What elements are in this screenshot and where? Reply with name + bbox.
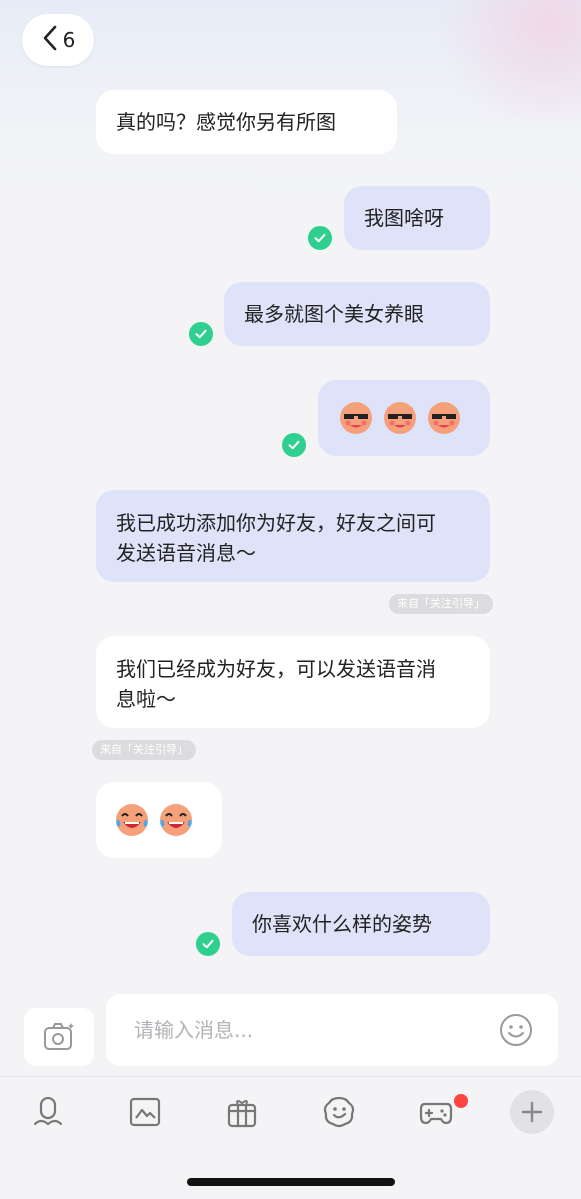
- background-tint: [421, 0, 581, 120]
- message-input-box[interactable]: [106, 994, 558, 1066]
- message-input[interactable]: [134, 1014, 474, 1046]
- message-bubble-outgoing[interactable]: 我图啥呀: [344, 186, 490, 250]
- plus-icon: [521, 1101, 543, 1123]
- sticker-button[interactable]: [319, 1092, 359, 1132]
- message-bubble-incoming[interactable]: 我们已经成为好友，可以发送语音消息啦～: [96, 636, 490, 728]
- read-check-icon: [308, 226, 332, 250]
- laughing-tears-emoji: [160, 804, 192, 836]
- read-check-icon: [282, 433, 306, 457]
- emoji-smile-icon[interactable]: [498, 1012, 534, 1048]
- camera-icon: [44, 1023, 74, 1050]
- back-button[interactable]: 6: [22, 14, 94, 66]
- gift-icon: [227, 1099, 257, 1128]
- message-text: 我图啥呀: [364, 206, 444, 230]
- game-button[interactable]: [416, 1092, 456, 1132]
- message-text: 你喜欢什么样的姿势: [252, 912, 432, 936]
- message-text: 最多就图个美女养眼: [244, 302, 424, 326]
- message-text: 真的吗？感觉你另有所图: [116, 110, 336, 134]
- notification-badge: [454, 1094, 468, 1108]
- image-icon: [129, 1097, 161, 1127]
- read-check-icon: [189, 322, 213, 346]
- microphone-button[interactable]: [28, 1092, 68, 1132]
- game-icon: [419, 1102, 453, 1125]
- message-bubble-outgoing[interactable]: 你喜欢什么样的姿势: [232, 892, 490, 956]
- cool-face-emoji: [384, 402, 416, 434]
- chevron-left-icon: [41, 25, 59, 55]
- message-bubble-incoming-emoji[interactable]: [96, 782, 222, 858]
- unread-count: 6: [62, 28, 76, 52]
- message-text: 我们已经成为好友，可以发送语音消息啦～: [116, 657, 436, 711]
- home-indicator: [187, 1178, 395, 1186]
- sticker-icon: [323, 1096, 355, 1128]
- message-bubble-incoming[interactable]: 真的吗？感觉你另有所图: [96, 90, 397, 154]
- message-bubble-outgoing[interactable]: 我已成功添加你为好友，好友之间可发送语音消息～: [96, 490, 490, 582]
- camera-button[interactable]: [24, 1008, 94, 1066]
- laughing-tears-emoji: [116, 804, 148, 836]
- source-tag: 来自「关注引导」: [389, 594, 493, 614]
- microphone-icon: [33, 1096, 63, 1126]
- message-bubble-outgoing[interactable]: 最多就图个美女养眼: [224, 282, 490, 346]
- image-button[interactable]: [125, 1092, 165, 1132]
- source-tag: 来自「关注引导」: [92, 740, 196, 760]
- message-text: 我已成功添加你为好友，好友之间可发送语音消息～: [116, 511, 436, 565]
- cool-face-emoji: [428, 402, 460, 434]
- gift-button[interactable]: [222, 1092, 262, 1132]
- more-button[interactable]: [510, 1090, 554, 1134]
- read-check-icon: [196, 932, 220, 956]
- cool-face-emoji: [340, 402, 372, 434]
- message-bubble-outgoing-emoji[interactable]: [318, 380, 490, 456]
